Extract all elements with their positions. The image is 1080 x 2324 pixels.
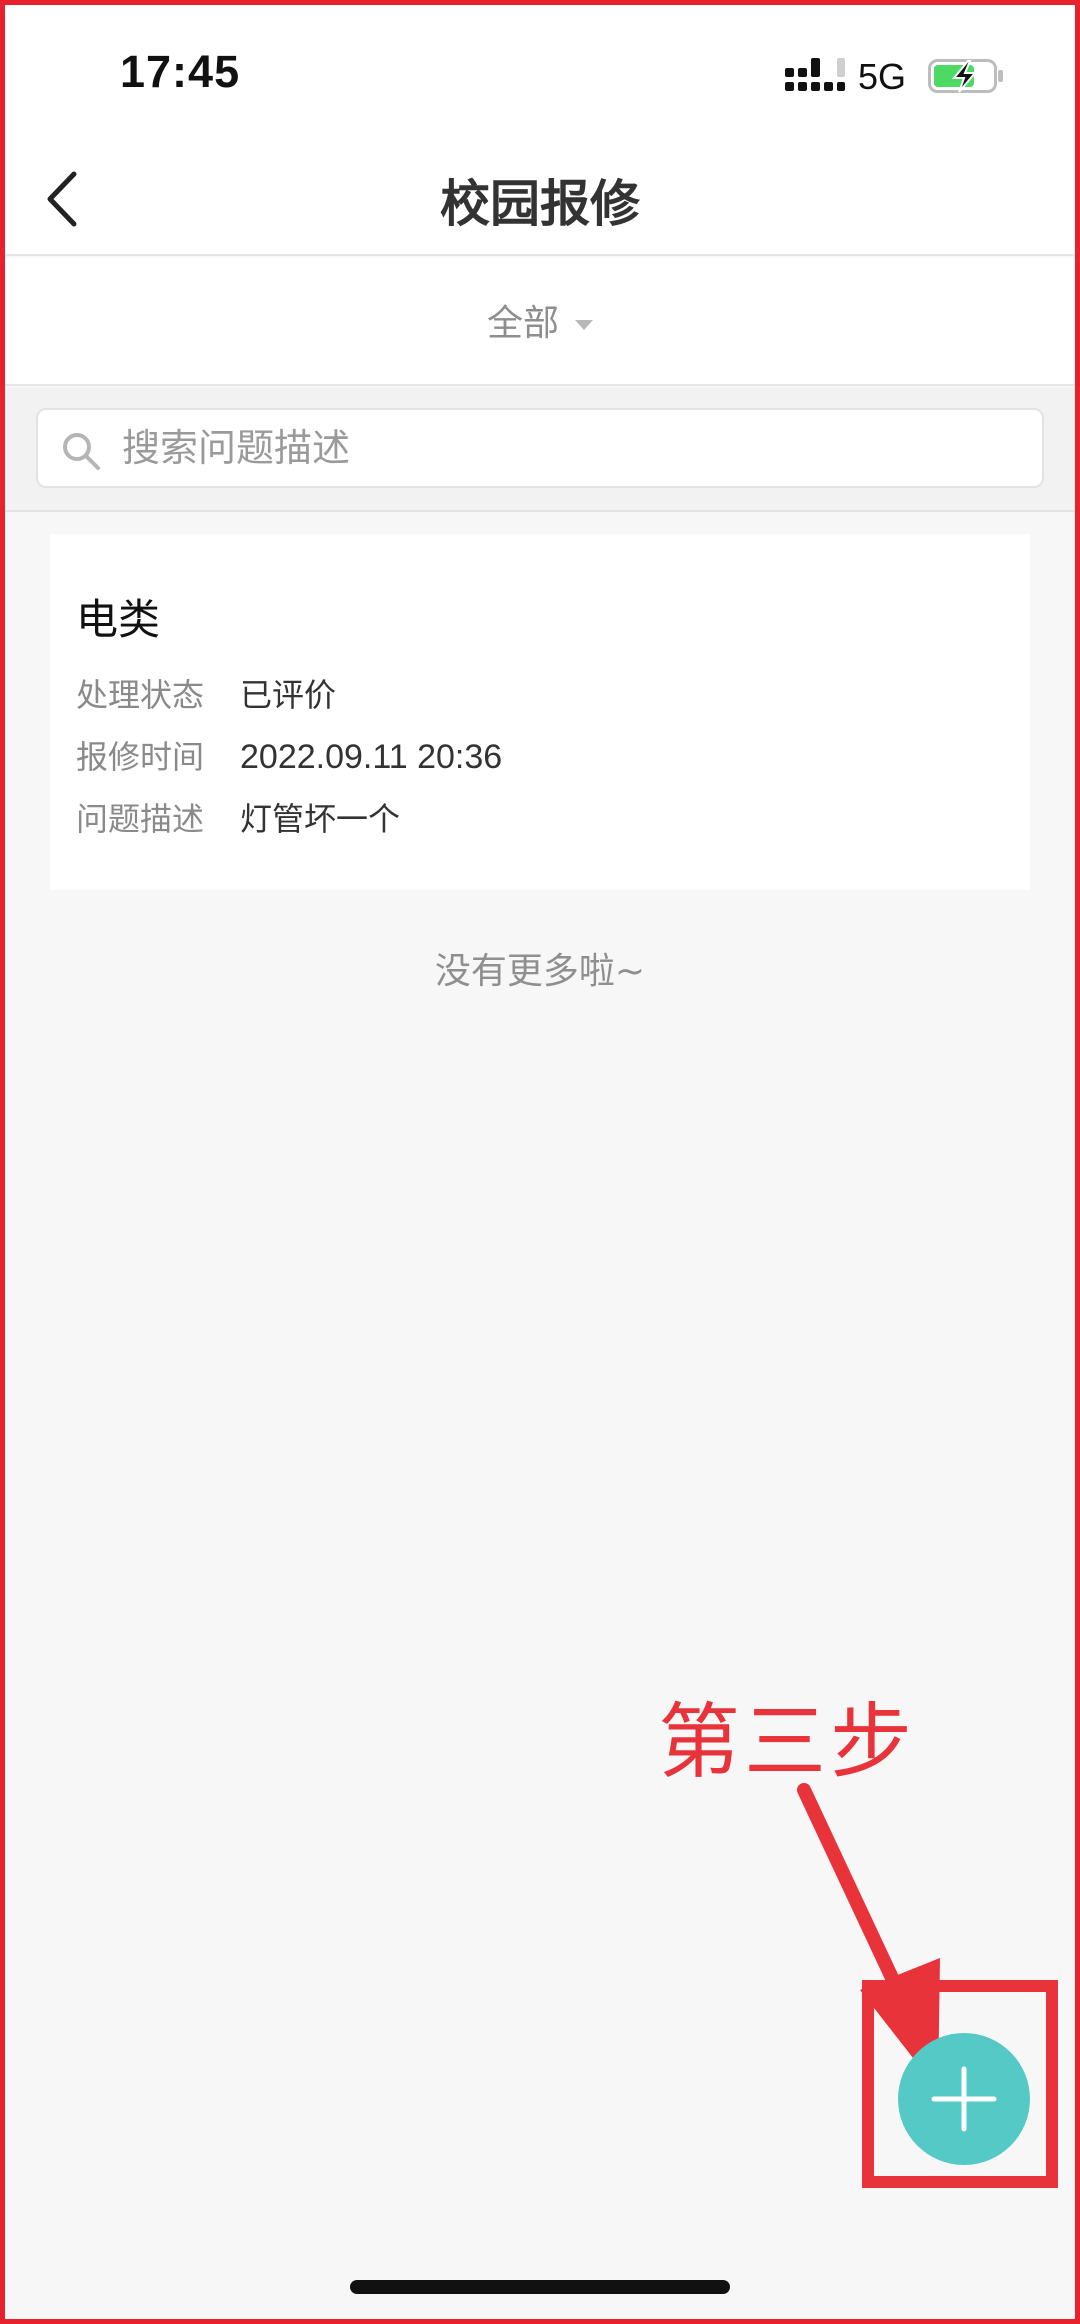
search-input[interactable] xyxy=(122,418,1022,478)
record-description-row: 问题描述 灯管坏一个 xyxy=(76,794,400,840)
network-type: 5G xyxy=(858,56,907,97)
caret-down-icon xyxy=(575,320,593,330)
status-time: 17:45 xyxy=(120,46,241,97)
search-box[interactable] xyxy=(36,408,1044,488)
field-value: 已评价 xyxy=(240,676,337,714)
field-label: 处理状态 xyxy=(76,676,205,714)
field-label: 问题描述 xyxy=(76,800,205,838)
field-value: 2022.09.11 20:36 xyxy=(240,738,503,776)
search-bar xyxy=(0,388,1080,512)
search-icon xyxy=(63,433,100,470)
annotation-step-label: 第三步 xyxy=(658,1695,917,1790)
filter-dropdown[interactable]: 全部 xyxy=(0,294,1080,346)
record-time-row: 报修时间 2022.09.11 20:36 xyxy=(76,732,502,778)
nav-bar: 校园报修 xyxy=(0,150,1080,256)
battery-charging-icon xyxy=(928,59,1003,93)
record-category: 电类 xyxy=(76,595,161,644)
status-bar: 17:45 5G xyxy=(0,0,1080,150)
record-status-row: 处理状态 已评价 xyxy=(76,670,336,716)
filter-label: 全部 xyxy=(486,303,559,344)
field-label: 报修时间 xyxy=(76,738,205,776)
repair-record-card[interactable]: 电类 处理状态 已评价 报修时间 2022.09.11 20:36 问题描述 灯管坏一… xyxy=(50,534,1030,890)
signal-icon xyxy=(785,58,845,91)
home-indicator xyxy=(350,2280,730,2294)
filter-bar: 全部 xyxy=(0,258,1080,386)
page-title: 校园报修 xyxy=(440,175,640,233)
list-end-text: 没有更多啦~ xyxy=(434,951,646,992)
annotation-highlight-box xyxy=(862,1980,1058,2188)
field-value: 灯管坏一个 xyxy=(240,800,401,838)
